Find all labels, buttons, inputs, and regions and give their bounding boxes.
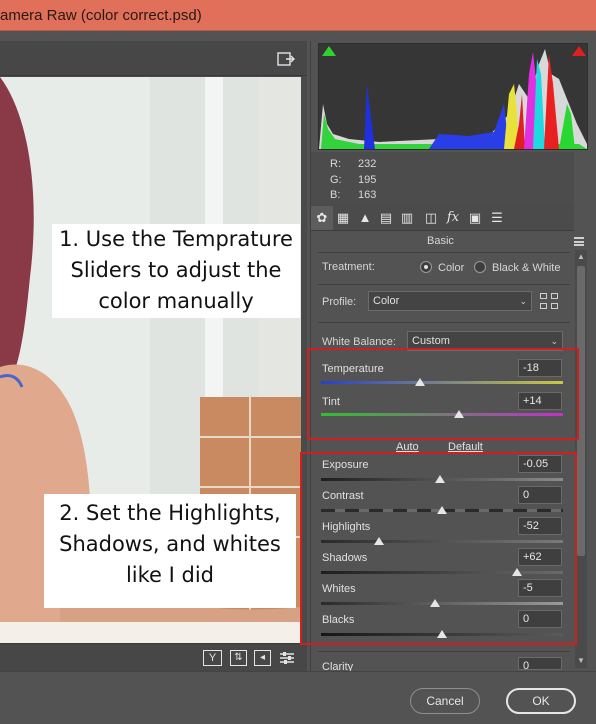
panel-title: Basic <box>427 235 454 247</box>
annotation-text: 2. Set the Highlights, <box>59 501 281 525</box>
annotation-box-tone <box>300 452 577 645</box>
treatment-bw-label[interactable]: Black & White <box>492 262 560 274</box>
annotation-temperature: 1. Use the Temprature Sliders to adjust … <box>52 224 300 318</box>
g-label: G: <box>330 174 342 186</box>
window-title: amera Raw (color correct.psd) <box>0 7 202 24</box>
fullscreen-toggle-icon[interactable] <box>276 50 296 68</box>
panel-menu-icon[interactable] <box>574 237 584 246</box>
before-after-y-icon[interactable]: Y <box>203 650 222 666</box>
divider <box>318 322 570 323</box>
treatment-bw-radio[interactable] <box>474 261 486 273</box>
white-balance-label: White Balance: <box>322 336 396 348</box>
profile-select[interactable]: Color ⌄ <box>368 291 532 311</box>
divider <box>318 284 570 285</box>
histogram <box>318 43 588 150</box>
hsl-icon[interactable]: ▥ <box>399 210 415 226</box>
fx-icon[interactable]: fx <box>445 210 461 226</box>
treatment-label: Treatment: <box>322 261 375 273</box>
b-label: B: <box>330 189 341 201</box>
grid-icon[interactable]: ▦ <box>335 210 351 226</box>
profile-value: Color <box>373 295 400 307</box>
lens-icon[interactable]: ◫ <box>423 210 439 226</box>
preview-preferences-icon[interactable] <box>279 650 295 666</box>
camera-icon[interactable]: ▣ <box>467 210 483 226</box>
ok-button[interactable]: OK <box>506 688 576 714</box>
presets-icon[interactable]: ☰ <box>489 210 505 226</box>
b-value: 163 <box>358 189 377 201</box>
white-balance-value: Custom <box>412 335 450 347</box>
clarity-input[interactable]: 0 <box>518 657 562 670</box>
preview-bottom-toolbar: Y ⇅ ◂ <box>0 643 307 671</box>
annotation-text: color manually <box>98 289 254 313</box>
swap-settings-icon[interactable]: ⇅ <box>230 650 247 666</box>
treatment-color-radio[interactable] <box>420 261 432 273</box>
annotation-text: 1. Use the Temprature <box>59 227 293 251</box>
shadow-clipping-icon[interactable] <box>322 46 336 56</box>
g-value: 195 <box>358 174 377 186</box>
scroll-down-icon[interactable]: ▼ <box>576 656 586 666</box>
title-bar: amera Raw (color correct.psd) <box>0 0 596 31</box>
rgb-readout: R: 232 G: 195 B: 163 <box>311 152 574 204</box>
profile-browser-icon[interactable] <box>540 293 560 311</box>
annotation-text: Shadows, and whites <box>59 532 281 556</box>
split-tone-icon[interactable]: ▤ <box>378 210 394 226</box>
annotation-highlights: 2. Set the Highlights, Shadows, and whit… <box>44 494 296 608</box>
r-label: R: <box>330 158 341 170</box>
annotation-box-temperature <box>307 348 579 440</box>
mountains-icon[interactable]: ▲ <box>357 210 373 226</box>
highlight-clipping-icon[interactable] <box>572 46 586 56</box>
divider <box>318 651 570 652</box>
panel-tabs: ✿ ▦ ▲ ▤ ▥ ◫ fx ▣ ☰ <box>311 204 574 231</box>
r-value: 232 <box>358 158 377 170</box>
chevron-down-icon: ⌄ <box>519 296 527 306</box>
scroll-up-icon[interactable]: ▲ <box>576 252 586 262</box>
profile-label: Profile: <box>322 296 357 308</box>
annotation-text: like I did <box>125 563 215 587</box>
aperture-icon[interactable]: ✿ <box>311 206 333 230</box>
copy-settings-icon[interactable]: ◂ <box>254 650 271 666</box>
treatment-color-label[interactable]: Color <box>438 262 464 274</box>
cancel-button[interactable]: Cancel <box>410 688 480 714</box>
divider <box>318 252 570 253</box>
annotation-text: Sliders to adjust the <box>70 258 282 282</box>
preview-toolbar <box>0 41 307 76</box>
dialog-footer: Cancel OK <box>0 671 596 724</box>
